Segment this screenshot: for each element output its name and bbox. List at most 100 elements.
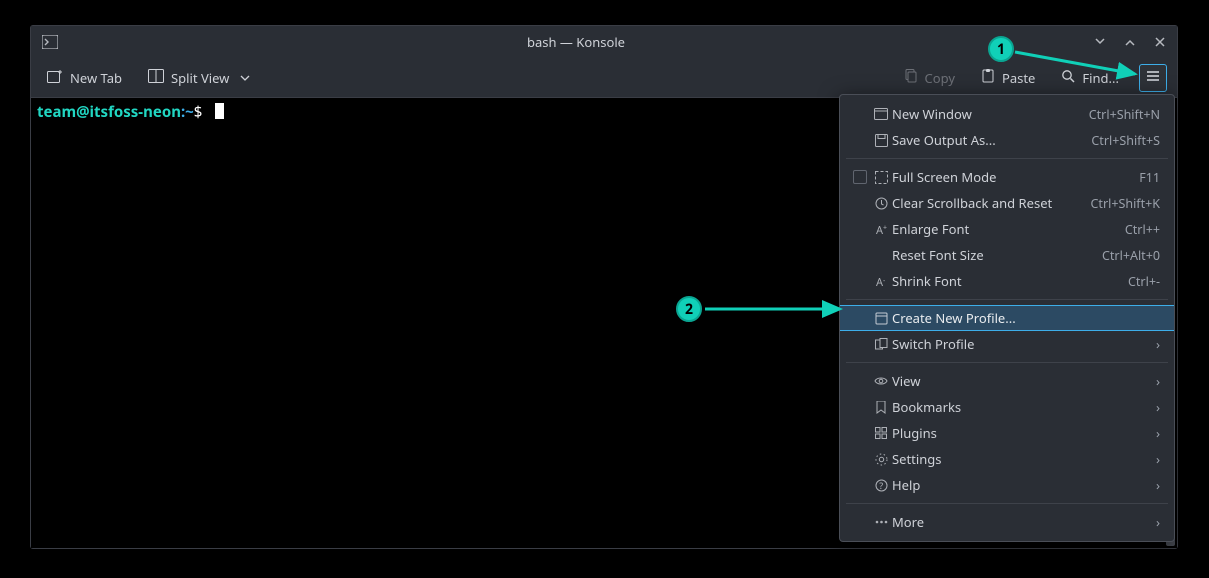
new-tab-icon bbox=[47, 69, 63, 87]
menu-plugins[interactable]: Plugins › bbox=[840, 420, 1174, 446]
save-icon bbox=[870, 134, 892, 147]
menu-reset-font[interactable]: Reset Font Size Ctrl+Alt+0 bbox=[840, 242, 1174, 268]
shrink-font-icon: A- bbox=[870, 275, 892, 288]
find-button[interactable]: Find... bbox=[1055, 65, 1125, 91]
menu-enlarge-font[interactable]: A+ Enlarge Font Ctrl++ bbox=[840, 216, 1174, 242]
menu-label: Full Screen Mode bbox=[892, 168, 1139, 186]
menu-fullscreen[interactable]: Full Screen Mode F11 bbox=[840, 164, 1174, 190]
paste-button[interactable]: Paste bbox=[975, 65, 1041, 91]
menu-separator bbox=[846, 158, 1168, 159]
new-tab-button[interactable]: New Tab bbox=[41, 65, 128, 91]
menu-accel: Ctrl+Shift+K bbox=[1091, 195, 1160, 212]
menu-label: Bookmarks bbox=[892, 398, 1156, 416]
annotation-text: 1 bbox=[997, 40, 1005, 59]
chevron-right-icon: › bbox=[1156, 513, 1160, 531]
svg-text:?: ? bbox=[879, 479, 883, 492]
svg-text:+: + bbox=[883, 224, 887, 233]
menu-label: Create New Profile... bbox=[892, 309, 1160, 327]
terminal-app-icon bbox=[39, 35, 61, 49]
split-view-icon bbox=[148, 69, 164, 87]
menu-accel: Ctrl+Shift+S bbox=[1091, 132, 1160, 149]
menu-accel: Ctrl+Alt+0 bbox=[1102, 247, 1160, 264]
menu-separator bbox=[846, 503, 1168, 504]
terminal-cursor bbox=[215, 103, 224, 119]
menu-shrink-font[interactable]: A- Shrink Font Ctrl+- bbox=[840, 268, 1174, 294]
chevron-down-icon bbox=[240, 69, 250, 87]
enlarge-font-icon: A+ bbox=[870, 223, 892, 236]
menu-label: Enlarge Font bbox=[892, 220, 1125, 238]
hamburger-menu-button[interactable] bbox=[1139, 64, 1167, 92]
clear-icon bbox=[870, 197, 892, 210]
menu-label: Save Output As... bbox=[892, 131, 1091, 149]
menu-label: Shrink Font bbox=[892, 272, 1128, 290]
menu-accel: Ctrl++ bbox=[1125, 221, 1160, 238]
menu-label: Plugins bbox=[892, 424, 1156, 442]
menu-label: Reset Font Size bbox=[892, 246, 1102, 264]
konsole-window: bash — Konsole New Tab Split View bbox=[30, 25, 1178, 549]
window-title: bash — Konsole bbox=[61, 33, 1091, 51]
menu-label: View bbox=[892, 372, 1156, 390]
chevron-right-icon: › bbox=[1156, 476, 1160, 494]
menu-label: Help bbox=[892, 476, 1156, 494]
prompt-user-host: team@itsfoss-neon bbox=[37, 102, 181, 122]
eye-icon bbox=[870, 376, 892, 386]
minimize-icon[interactable] bbox=[1091, 36, 1109, 48]
copy-label: Copy bbox=[925, 69, 955, 87]
window-icon bbox=[870, 108, 892, 120]
annotation-text: 2 bbox=[685, 300, 693, 319]
menu-label: More bbox=[892, 513, 1156, 531]
svg-text:-: - bbox=[883, 277, 885, 286]
menu-accel: Ctrl+- bbox=[1128, 273, 1160, 290]
plugin-icon bbox=[870, 427, 892, 439]
menu-clear-scrollback[interactable]: Clear Scrollback and Reset Ctrl+Shift+K bbox=[840, 190, 1174, 216]
split-view-button[interactable]: Split View bbox=[142, 65, 256, 91]
menu-label: Switch Profile bbox=[892, 335, 1156, 353]
menu-view[interactable]: View › bbox=[840, 368, 1174, 394]
menu-separator bbox=[846, 362, 1168, 363]
toolbar: New Tab Split View Copy Paste bbox=[31, 58, 1177, 98]
copy-icon bbox=[904, 69, 918, 87]
profile-icon bbox=[870, 312, 892, 325]
menu-new-window[interactable]: New Window Ctrl+Shift+N bbox=[840, 101, 1174, 127]
close-icon[interactable] bbox=[1151, 36, 1169, 48]
chevron-right-icon: › bbox=[1156, 372, 1160, 390]
fullscreen-checkbox[interactable] bbox=[853, 170, 867, 184]
copy-button[interactable]: Copy bbox=[898, 65, 961, 91]
gear-icon bbox=[870, 453, 892, 466]
menu-label: Clear Scrollback and Reset bbox=[892, 194, 1091, 212]
switch-profile-icon bbox=[870, 338, 892, 351]
prompt-path: ~ bbox=[185, 102, 194, 122]
split-view-label: Split View bbox=[171, 69, 229, 87]
annotation-badge-2: 2 bbox=[676, 296, 702, 322]
menu-accel: F11 bbox=[1139, 169, 1160, 186]
menu-create-new-profile[interactable]: Create New Profile... bbox=[840, 305, 1174, 331]
search-icon bbox=[1061, 69, 1075, 87]
help-icon: ? bbox=[870, 479, 892, 492]
fullscreen-icon bbox=[870, 171, 892, 184]
paste-icon bbox=[981, 69, 995, 87]
paste-label: Paste bbox=[1002, 69, 1035, 87]
chevron-right-icon: › bbox=[1156, 335, 1160, 353]
menu-separator bbox=[846, 299, 1168, 300]
menu-save-output[interactable]: Save Output As... Ctrl+Shift+S bbox=[840, 127, 1174, 153]
menu-settings[interactable]: Settings › bbox=[840, 446, 1174, 472]
menu-label: Settings bbox=[892, 450, 1156, 468]
menu-more[interactable]: More › bbox=[840, 509, 1174, 535]
menu-help[interactable]: ? Help › bbox=[840, 472, 1174, 498]
chevron-right-icon: › bbox=[1156, 424, 1160, 442]
new-tab-label: New Tab bbox=[70, 69, 122, 87]
menu-accel: Ctrl+Shift+N bbox=[1089, 106, 1160, 123]
maximize-icon[interactable] bbox=[1121, 36, 1139, 48]
menu-bookmarks[interactable]: Bookmarks › bbox=[840, 394, 1174, 420]
prompt-dollar: $ bbox=[194, 102, 203, 122]
hamburger-dropdown-menu: New Window Ctrl+Shift+N Save Output As..… bbox=[839, 94, 1175, 542]
chevron-right-icon: › bbox=[1156, 450, 1160, 468]
menu-switch-profile[interactable]: Switch Profile › bbox=[840, 331, 1174, 357]
bookmark-icon bbox=[870, 401, 892, 414]
find-label: Find... bbox=[1082, 69, 1119, 87]
hamburger-icon bbox=[1145, 69, 1161, 87]
chevron-right-icon: › bbox=[1156, 398, 1160, 416]
menu-label: New Window bbox=[892, 105, 1089, 123]
more-icon bbox=[870, 520, 892, 524]
annotation-badge-1: 1 bbox=[988, 36, 1014, 62]
